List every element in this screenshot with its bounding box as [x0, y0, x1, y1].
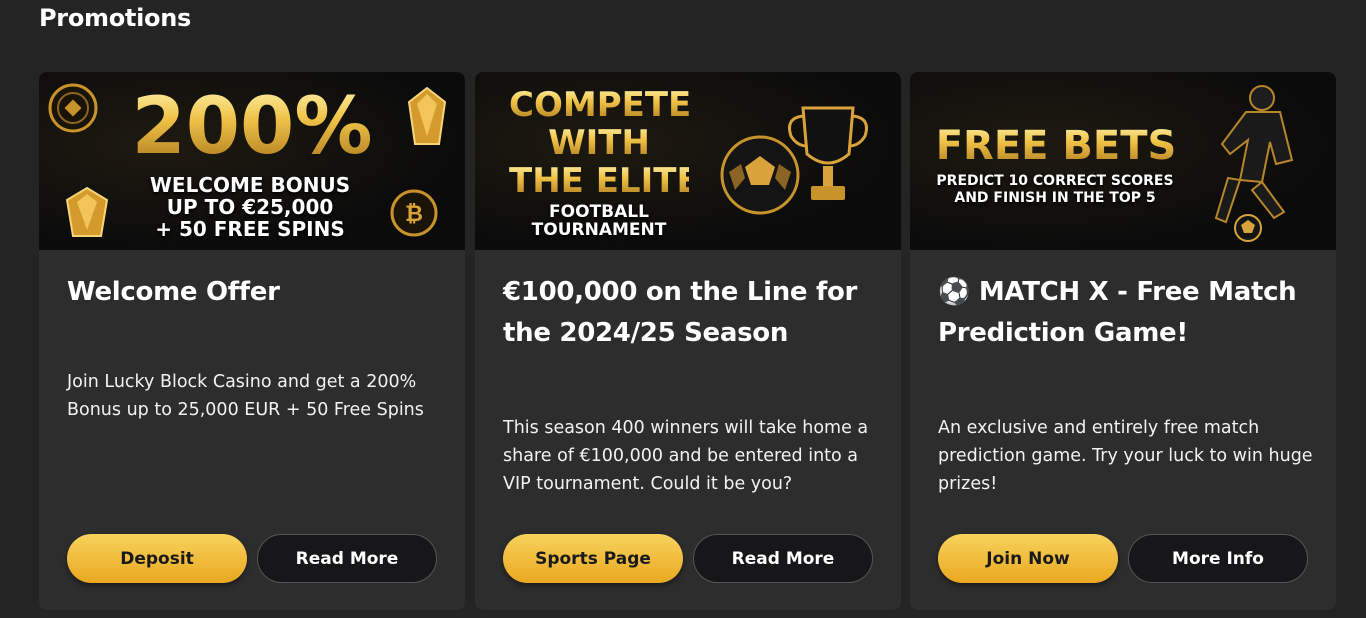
- banner-line: WELCOME BONUS: [149, 173, 351, 197]
- promo-banner-welcome[interactable]: ₿ 200% WELCOME BONUS UP TO €25,000 + 50 …: [39, 72, 465, 250]
- banner-line: TOURNAMENT: [531, 220, 667, 240]
- banner-line: PREDICT 10 CORRECT SCORES: [936, 173, 1174, 189]
- read-more-button[interactable]: Read More: [257, 534, 437, 583]
- card-description: Join Lucky Block Casino and get a 200% B…: [67, 372, 424, 420]
- banner-line: FOOTBALL: [549, 202, 649, 222]
- soccer-ball-icon: ⚽: [938, 277, 971, 307]
- banner-line: AND FINISH IN THE TOP 5: [954, 190, 1156, 206]
- banner-line: UP TO €25,000: [166, 195, 334, 219]
- card-title: ⚽ MATCH X - Free Match Prediction Game!: [938, 272, 1318, 354]
- promo-banner-free-bets[interactable]: FREE BETS PREDICT 10 CORRECT SCORES AND …: [910, 72, 1336, 250]
- promo-card-tournament: COMPETE WITH THE ELITE FOOTBALL TOURNAME…: [475, 72, 901, 610]
- banner-line: THE ELITE: [509, 161, 700, 201]
- deposit-button[interactable]: Deposit: [67, 534, 247, 583]
- card-title: €100,000 on the Line for the 2024/25 Sea…: [503, 277, 858, 348]
- banner-line: COMPETE: [509, 85, 692, 125]
- banner-line: + 50 FREE SPINS: [155, 217, 345, 241]
- promotions-grid: ₿ 200% WELCOME BONUS UP TO €25,000 + 50 …: [39, 72, 1337, 610]
- sports-page-button[interactable]: Sports Page: [503, 534, 683, 583]
- football-player-icon: [1214, 85, 1294, 242]
- card-title-text: MATCH X - Free Match Prediction Game!: [938, 277, 1297, 348]
- page-title: Promotions: [39, 4, 191, 32]
- card-title: Welcome Offer: [67, 277, 280, 307]
- banner-headline: 200%: [39, 84, 465, 170]
- banner-headline: FREE BETS: [916, 122, 1196, 170]
- trophy-icon: [788, 106, 868, 200]
- promo-card-welcome: ₿ 200% WELCOME BONUS UP TO €25,000 + 50 …: [39, 72, 465, 610]
- join-now-button[interactable]: Join Now: [938, 534, 1118, 583]
- promo-card-match-x: FREE BETS PREDICT 10 CORRECT SCORES AND …: [910, 72, 1336, 610]
- card-description: This season 400 winners will take home a…: [503, 418, 869, 494]
- promo-banner-tournament[interactable]: COMPETE WITH THE ELITE FOOTBALL TOURNAME…: [475, 72, 901, 250]
- banner-line: WITH: [509, 124, 689, 162]
- card-description: An exclusive and entirely free match pre…: [938, 418, 1313, 494]
- more-info-button[interactable]: More Info: [1128, 534, 1308, 583]
- read-more-button[interactable]: Read More: [693, 534, 873, 583]
